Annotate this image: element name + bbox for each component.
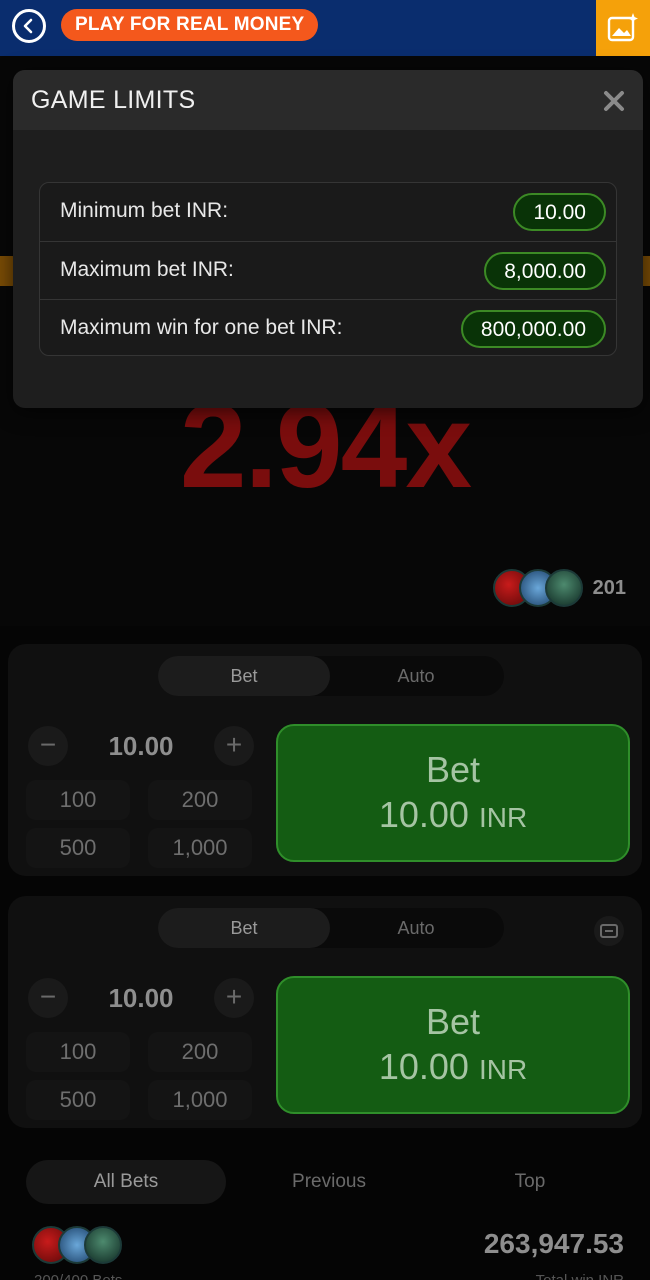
bet-button-label: Bet xyxy=(425,1001,481,1042)
modal-title: GAME LIMITS xyxy=(31,86,196,114)
limit-label: Maximum bet INR: xyxy=(60,258,234,281)
player-avatars xyxy=(492,569,583,607)
tab-auto[interactable]: Auto xyxy=(330,908,502,948)
quick-amount-button[interactable]: 200 xyxy=(148,1032,252,1072)
quick-amount-button[interactable]: 200 xyxy=(148,780,252,820)
bet-amount-value[interactable]: 10.00 xyxy=(70,724,212,768)
bet-button-amount: 10.00 xyxy=(378,794,469,835)
bet-button-currency: INR xyxy=(478,802,528,833)
players-row: 201 xyxy=(492,568,626,608)
bet-panel-1: Bet Auto − 10.00 + 100 200 500 1,000 Bet… xyxy=(8,644,642,876)
play-real-money-button[interactable]: PLAY FOR REAL MONEY xyxy=(61,9,319,41)
limits-table: Minimum bet INR: 10.00 Maximum bet INR: … xyxy=(39,182,617,356)
avatar xyxy=(84,1226,122,1264)
modal-header: GAME LIMITS xyxy=(13,70,643,130)
bet-amount-stepper: − 10.00 + xyxy=(26,724,256,768)
quick-amount-button[interactable]: 500 xyxy=(26,828,130,868)
place-bet-button[interactable]: Bet 10.00 INR xyxy=(276,724,630,862)
decrease-button[interactable]: − xyxy=(28,978,68,1018)
quick-amount-button[interactable]: 1,000 xyxy=(148,828,252,868)
limit-value: 10.00 xyxy=(513,193,606,231)
bet-button-currency: INR xyxy=(478,1054,528,1085)
limit-label: Maximum win for one bet INR: xyxy=(60,316,343,339)
bet-amount-stepper: − 10.00 + xyxy=(26,976,256,1020)
top-bar: PLAY FOR REAL MONEY xyxy=(0,0,650,56)
quick-amount-button[interactable]: 100 xyxy=(26,780,130,820)
bet-mode-tabs: Bet Auto xyxy=(158,656,504,696)
image-sparkle-icon xyxy=(607,13,638,42)
total-win-amount: 263,947.53 xyxy=(483,1228,624,1259)
game-limits-modal: GAME LIMITS Minimum bet INR: 10.00 Maxim… xyxy=(13,70,643,408)
bets-summary: 263,947.53 200/400 Bets Total win INR xyxy=(30,1222,624,1280)
tab-bet[interactable]: Bet xyxy=(158,656,330,696)
close-button[interactable] xyxy=(599,86,629,116)
increase-button[interactable]: + xyxy=(214,978,254,1018)
quick-amount-button[interactable]: 500 xyxy=(26,1080,130,1120)
tab-all-bets[interactable]: All Bets xyxy=(26,1160,226,1204)
increase-button[interactable]: + xyxy=(214,726,254,766)
bets-count-meta: 200/400 Bets xyxy=(34,1272,122,1280)
limit-row-min-bet: Minimum bet INR: 10.00 xyxy=(40,183,616,241)
remove-panel-button[interactable] xyxy=(594,916,624,946)
avatar xyxy=(544,569,583,607)
bet-button-label: Bet xyxy=(425,749,481,790)
tab-auto[interactable]: Auto xyxy=(330,656,502,696)
back-button[interactable] xyxy=(12,9,46,43)
place-bet-button[interactable]: Bet 10.00 INR xyxy=(276,976,630,1114)
bet-button-amount: 10.00 xyxy=(378,1046,469,1087)
limit-value: 8,000.00 xyxy=(484,252,606,290)
close-icon xyxy=(604,91,624,111)
tab-top[interactable]: Top xyxy=(430,1160,630,1204)
bets-list-tabs: All Bets Previous Top xyxy=(26,1160,626,1204)
arrow-left-icon xyxy=(23,18,33,34)
quick-amount-button[interactable]: 1,000 xyxy=(148,1080,252,1120)
bet-panel-2: Bet Auto − 10.00 + 100 200 500 1,000 Bet… xyxy=(8,896,642,1128)
limit-row-max-bet: Maximum bet INR: 8,000.00 xyxy=(40,241,616,299)
limit-label: Minimum bet INR: xyxy=(60,199,229,222)
total-win-meta: Total win INR xyxy=(536,1272,624,1280)
bet-amount-value[interactable]: 10.00 xyxy=(70,976,212,1020)
promo-button[interactable] xyxy=(596,0,650,56)
bet-button-amount-line: 10.00 INR xyxy=(278,1044,628,1093)
limit-row-max-win: Maximum win for one bet INR: 800,000.00 xyxy=(40,299,616,357)
tab-previous[interactable]: Previous xyxy=(229,1160,429,1204)
players-count: 201 xyxy=(592,576,626,599)
limit-value: 800,000.00 xyxy=(460,310,606,348)
minus-square-icon xyxy=(600,924,618,938)
player-avatars xyxy=(32,1226,122,1264)
bet-mode-tabs: Bet Auto xyxy=(158,908,504,948)
bet-button-amount-line: 10.00 INR xyxy=(278,792,628,841)
tab-bet[interactable]: Bet xyxy=(158,908,330,948)
quick-amount-button[interactable]: 100 xyxy=(26,1032,130,1072)
decrease-button[interactable]: − xyxy=(28,726,68,766)
